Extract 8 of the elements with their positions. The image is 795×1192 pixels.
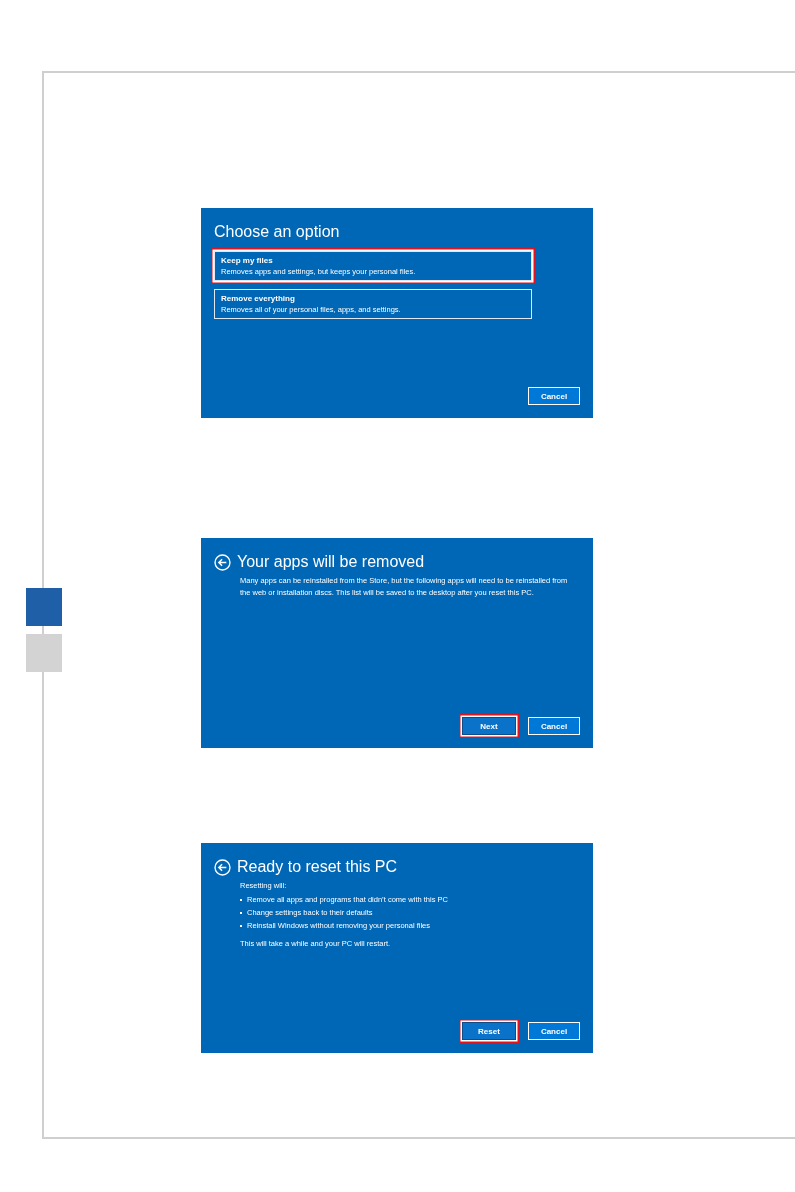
dialog-title: Your apps will be removed: [237, 552, 425, 572]
cancel-button[interactable]: Cancel: [528, 717, 580, 735]
cancel-button[interactable]: Cancel: [528, 1022, 580, 1040]
cancel-button[interactable]: Cancel: [528, 387, 580, 405]
primary-button[interactable]: Reset: [462, 1022, 516, 1040]
dialog-title: Choose an option: [214, 222, 340, 242]
primary-button[interactable]: Next: [462, 717, 516, 735]
dialog-title: Ready to reset this PC: [237, 857, 398, 877]
